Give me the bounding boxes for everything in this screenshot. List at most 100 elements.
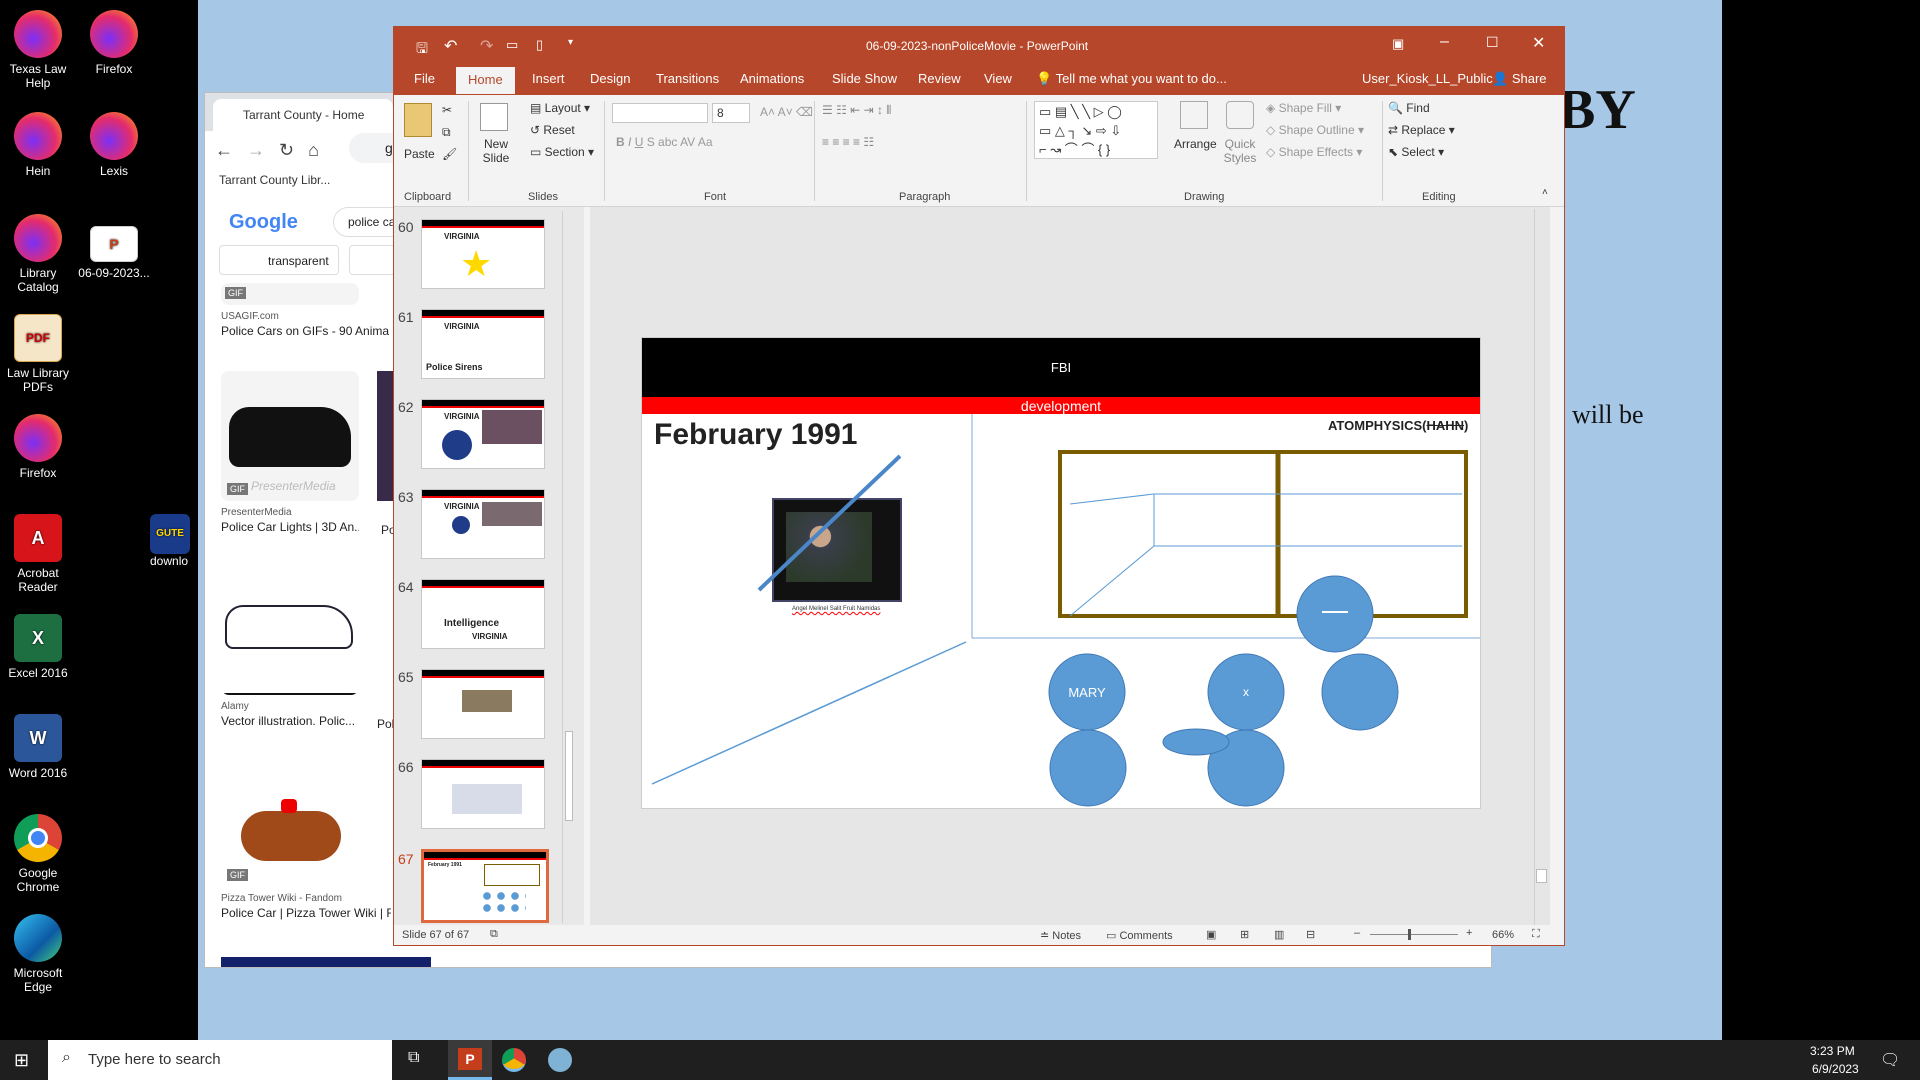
editor-scrollbar[interactable] — [1534, 209, 1548, 925]
task-view-icon[interactable]: ⧉ — [408, 1049, 419, 1067]
tab-view[interactable]: View — [984, 71, 1012, 86]
reload-icon[interactable]: ↻ — [279, 140, 294, 161]
desktop-icon-edge[interactable]: Microsoft Edge — [0, 914, 76, 994]
find-button[interactable]: 🔍 Find — [1388, 101, 1430, 115]
layout-button[interactable]: ▤ Layout ▾ — [530, 101, 590, 115]
tab-home[interactable]: Home — [456, 67, 515, 94]
image-result-pizza-tower[interactable]: GIF Pizza Tower Wiki - Fandom Police Car… — [221, 757, 391, 920]
tab-slide-show[interactable]: Slide Show — [832, 71, 897, 86]
reset-button[interactable]: ↺ Reset — [530, 123, 575, 137]
cut-icon[interactable]: ✂ — [442, 103, 452, 117]
arrange-button[interactable]: Arrange — [1174, 137, 1217, 151]
image-result-alamy[interactable]: Alamy Vector illustration. Polic... — [221, 565, 359, 728]
maximize-icon[interactable]: ☐ — [1486, 34, 1499, 51]
circle-shape[interactable] — [1296, 575, 1374, 653]
close-icon[interactable]: ✕ — [1532, 33, 1545, 53]
slide-thumbnail-66[interactable] — [421, 759, 545, 829]
tab-insert[interactable]: Insert — [532, 71, 565, 86]
frame-rectangle[interactable] — [1058, 450, 1468, 618]
scrollbar-thumb[interactable] — [565, 731, 573, 821]
diagonal-line[interactable] — [757, 454, 902, 592]
share-button[interactable]: 👤 Share — [1492, 71, 1547, 87]
clock-time[interactable]: 3:23 PM — [1810, 1044, 1855, 1058]
clock-date[interactable]: 6/9/2023 — [1812, 1062, 1859, 1076]
desktop-icon-word[interactable]: W Word 2016 — [0, 714, 76, 780]
desktop-icon-acrobat-reader[interactable]: A Acrobat Reader — [0, 514, 76, 594]
section-button[interactable]: ▭ Section ▾ — [530, 145, 594, 159]
desktop-icon-chrome[interactable]: Google Chrome — [0, 814, 76, 894]
image-result-presentermedia[interactable]: PresenterMedia GIF PresenterMedia Police… — [221, 371, 359, 534]
windows-start-icon[interactable]: ⊞ — [14, 1050, 29, 1071]
fit-slide-icon[interactable]: ⛶ — [1532, 928, 1540, 941]
slide-thumbnail-67-selected[interactable]: February 1991 — [421, 849, 549, 923]
normal-view-icon[interactable]: ▣ — [1206, 928, 1216, 941]
slide-thumbnail-64[interactable]: Intelligence VIRGINIA — [421, 579, 545, 649]
slideshow-view-icon[interactable]: ⊟ — [1306, 928, 1315, 941]
suggestion-chip-transparent[interactable]: transparent — [219, 245, 339, 275]
desktop-icon-firefox-2[interactable]: Firefox — [0, 414, 76, 480]
font-name-box[interactable] — [612, 103, 708, 123]
taskbar-powerpoint[interactable]: P — [448, 1040, 492, 1080]
slide-thumbnail-63[interactable]: VIRGINIA — [421, 489, 545, 559]
image-result-usagif[interactable]: GIF USAGIF.com Police Cars on GIFs - 90 … — [221, 283, 389, 338]
desktop-icon-law-library-pdfs[interactable]: PDF Law Library PDFs — [0, 314, 76, 394]
quick-styles-button[interactable]: Quick Styles — [1220, 137, 1260, 165]
spell-check-icon[interactable]: ⧉ — [490, 928, 498, 941]
desktop-icon-pptx-file[interactable]: P 06-09-2023... — [76, 226, 152, 280]
notification-icon[interactable]: 🗨 — [1880, 1050, 1900, 1070]
desktop-icon-lexis[interactable]: Lexis — [76, 112, 152, 178]
font-format-icons[interactable]: B I U S abc AV Aa — [616, 135, 713, 149]
zoom-slider[interactable] — [1370, 929, 1458, 940]
present-icon[interactable]: ▭ — [506, 37, 518, 53]
font-size-box[interactable]: 8 — [712, 103, 750, 123]
minimize-icon[interactable]: – — [1440, 33, 1449, 51]
notes-button[interactable]: ≐ Notes — [1040, 929, 1081, 942]
home-icon[interactable]: ⌂ — [308, 140, 319, 161]
slide-thumbnail-65[interactable] — [421, 669, 545, 739]
tab-transitions[interactable]: Transitions — [656, 71, 719, 86]
thumbnail-scrollbar[interactable] — [562, 211, 576, 923]
perspective-line[interactable] — [1069, 545, 1155, 617]
customize-qat-icon[interactable]: ▾ — [568, 37, 573, 48]
circle-shape[interactable] — [1049, 729, 1127, 807]
zoom-in-icon[interactable]: + — [1466, 927, 1472, 939]
desktop-icon-texas-law-help[interactable]: Texas Law Help — [0, 10, 76, 90]
font-grow-icon[interactable]: A˄ A˅ ⌫ — [760, 105, 813, 119]
slide-thumbnail-62[interactable]: VIRGINIA — [421, 399, 545, 469]
alignment-icons[interactable]: ≡ ≡ ≡ ≡ ☷ — [822, 135, 874, 149]
desktop-icon-hein[interactable]: Hein — [0, 112, 76, 178]
replace-button[interactable]: ⇄ Replace ▾ — [1388, 123, 1455, 137]
slide-thumbnail-60[interactable]: VIRGINIA ★ — [421, 219, 545, 289]
zoom-out-icon[interactable]: – — [1354, 927, 1360, 939]
taskbar-chrome[interactable] — [502, 1048, 526, 1072]
desktop-icon-download[interactable]: GUTE downlo — [150, 514, 198, 568]
desktop-icon-firefox[interactable]: Firefox — [76, 10, 152, 76]
back-icon[interactable]: ← — [215, 140, 233, 161]
shape-effects-button[interactable]: ◇ Shape Effects ▾ — [1266, 145, 1362, 159]
redo-icon[interactable]: ↷ — [480, 36, 493, 56]
zoom-slider-thumb[interactable] — [1408, 929, 1411, 940]
tab-file[interactable]: File — [414, 71, 435, 86]
desktop-icon-library-catalog[interactable]: Library Catalog — [0, 214, 76, 294]
list-icons[interactable]: ☰ ☷ ⇤ ⇥ ↕ ⫴ — [822, 103, 891, 118]
tell-me-box[interactable]: 💡 Tell me what you want to do... — [1036, 71, 1227, 87]
shapes-gallery[interactable]: ▭ ▤ ╲ ╲ ▷ ◯ ▭ △ ┐ ↘ ⇨ ⇩ ⌐ ↝ ⌒ ⌒ { } — [1034, 101, 1158, 159]
tab-animations[interactable]: Animations — [740, 71, 804, 86]
ribbon-display-icon[interactable]: ▣ — [1392, 36, 1404, 52]
reading-view-icon[interactable]: ▥ — [1274, 928, 1284, 941]
result-thumbnail-partial[interactable] — [221, 957, 431, 967]
shape-outline-button[interactable]: ◇ Shape Outline ▾ — [1266, 123, 1364, 137]
collapse-ribbon-icon[interactable]: ˄ — [1542, 187, 1548, 198]
undo-icon[interactable]: ↶ — [444, 36, 457, 56]
slide-sorter-icon[interactable]: ⊞ — [1240, 928, 1249, 941]
diagonal-line-lower[interactable] — [651, 641, 967, 785]
chrome-tab[interactable]: Tarrant County - Home — [213, 99, 393, 131]
user-name[interactable]: User_Kiosk_LL_Public — [1362, 71, 1493, 86]
taskbar-search-box[interactable]: ⌕ Type here to search — [48, 1040, 392, 1080]
scrollbar-thumb[interactable] — [1536, 869, 1547, 883]
new-file-icon[interactable]: ▯ — [536, 37, 543, 53]
shape-fill-button[interactable]: ◈ Shape Fill ▾ — [1266, 101, 1341, 115]
format-painter-icon[interactable]: 🖌 — [442, 147, 457, 161]
suggestion-chip[interactable] — [349, 245, 397, 275]
paste-button[interactable]: Paste — [404, 147, 435, 161]
